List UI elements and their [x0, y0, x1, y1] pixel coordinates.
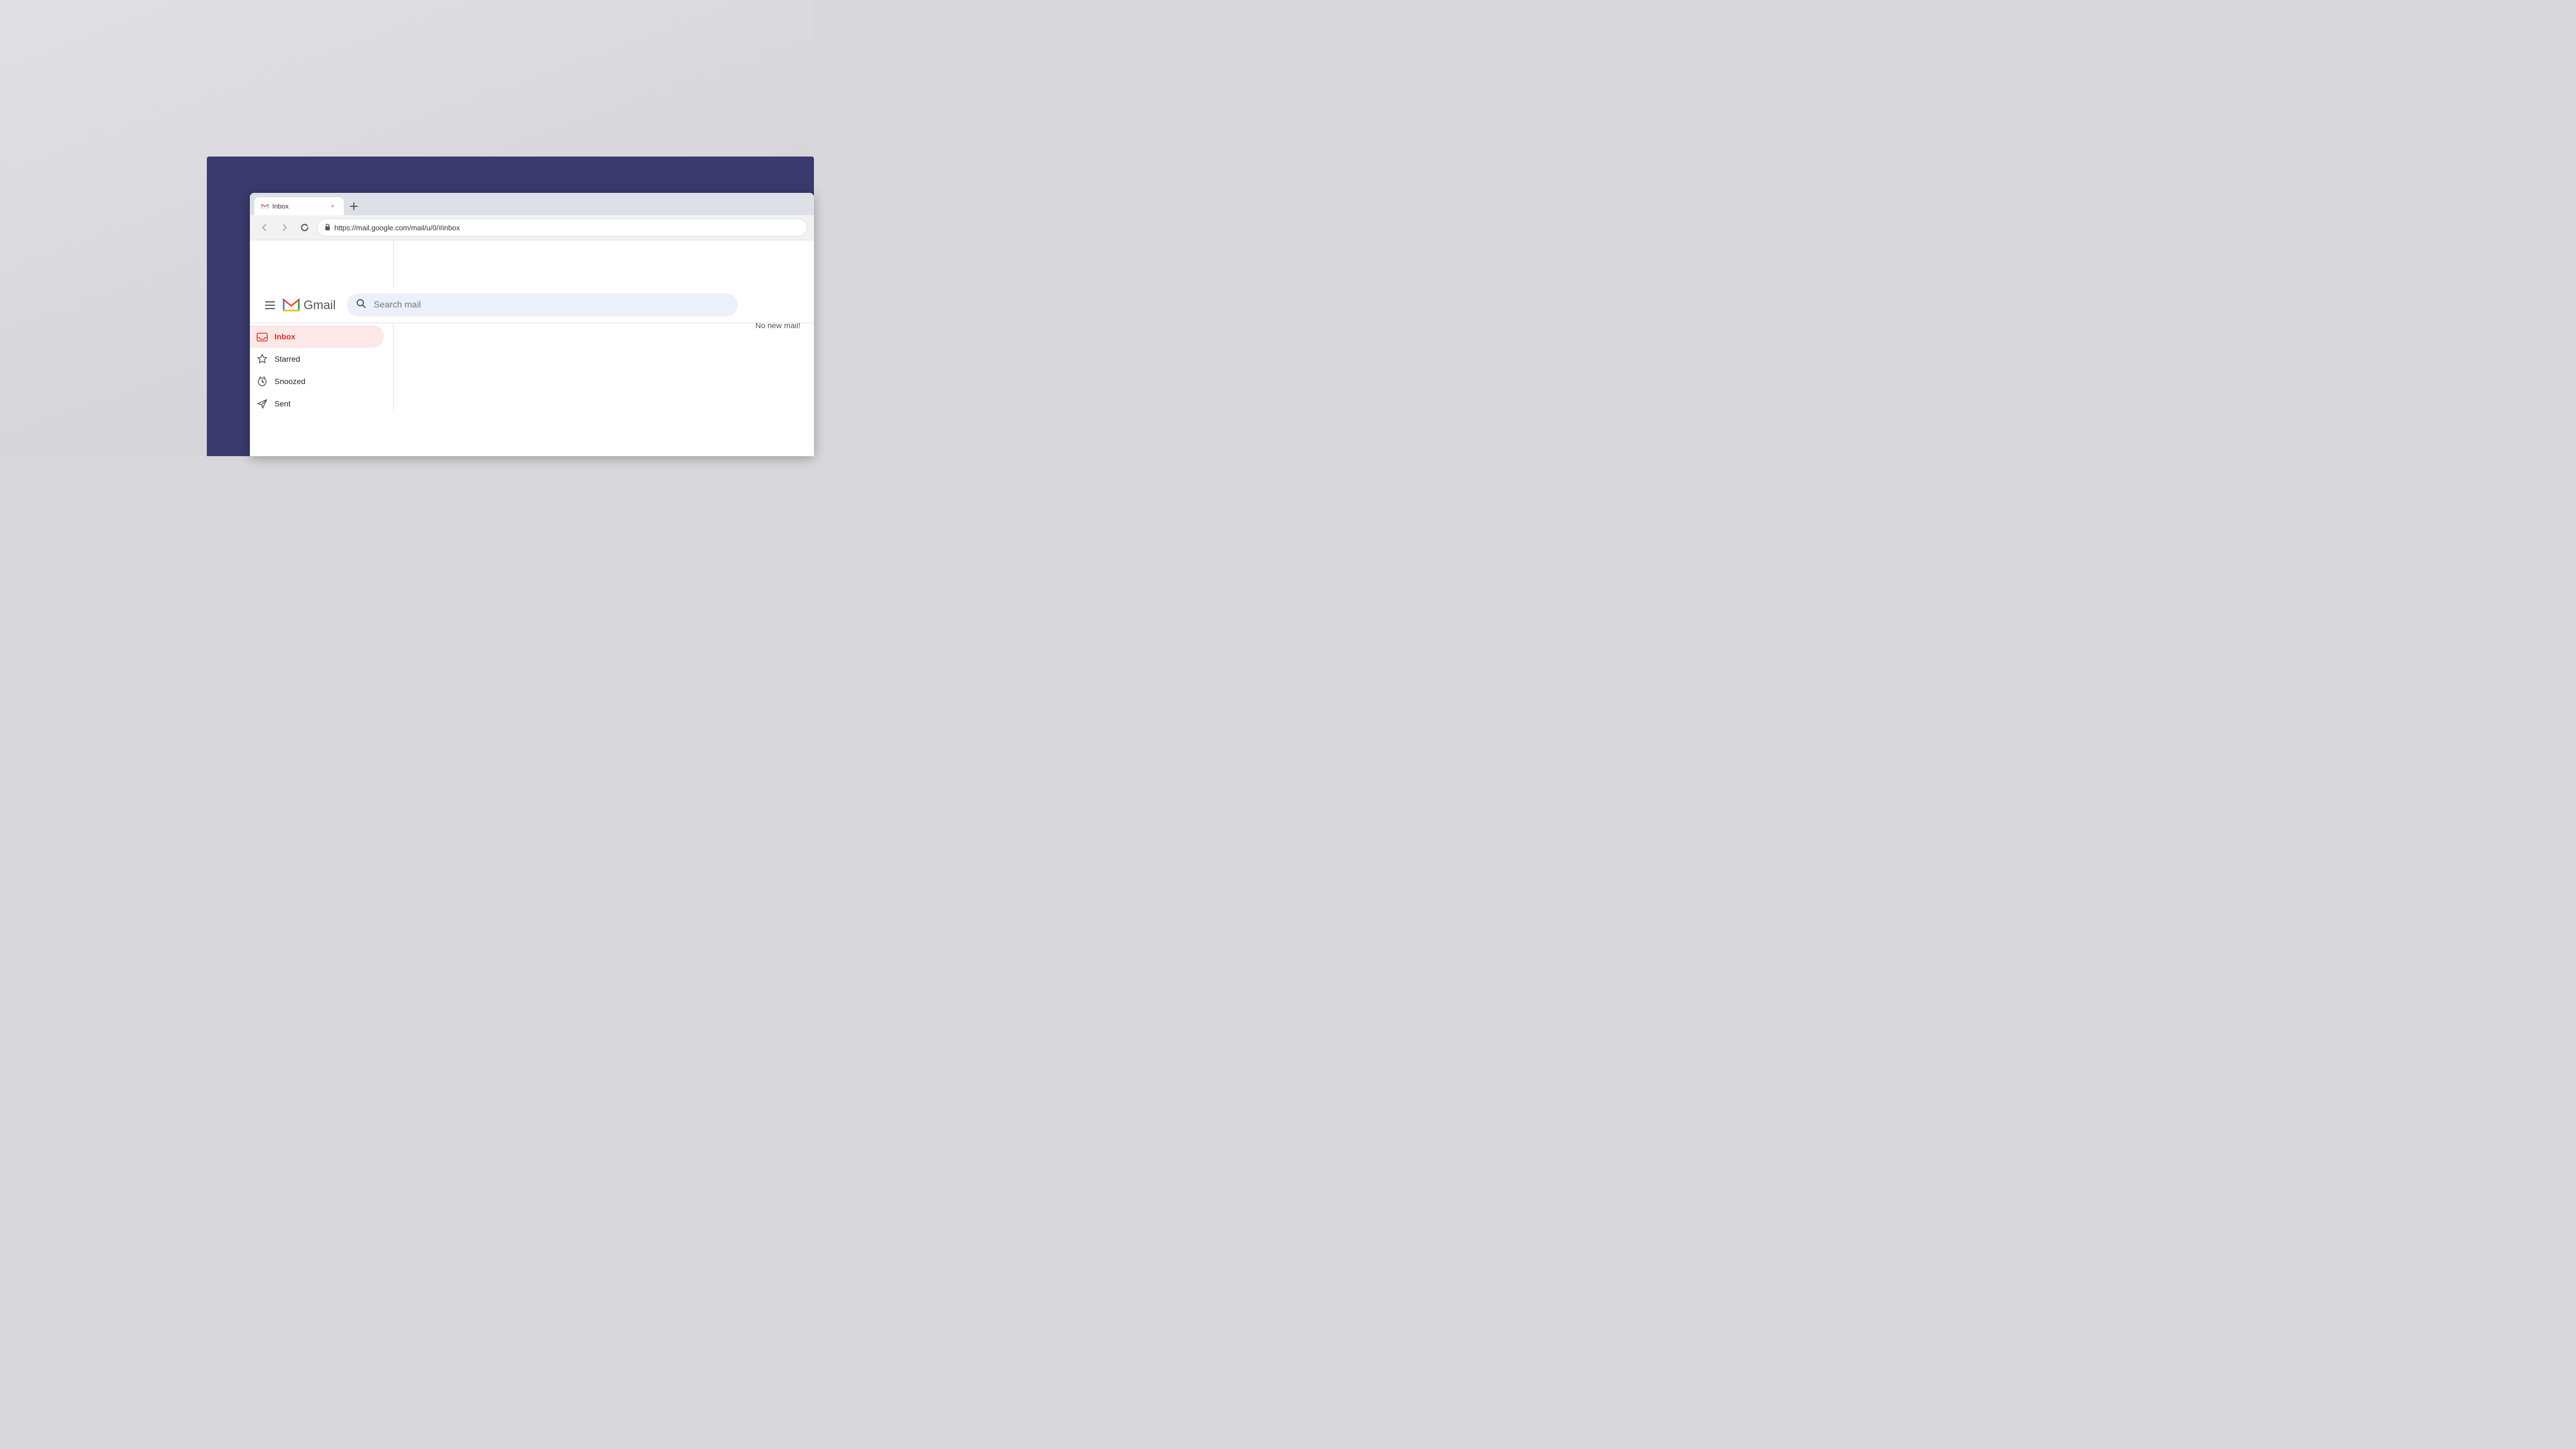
- send-svg-icon: [257, 398, 268, 409]
- hamburger-line-1: [265, 301, 275, 302]
- inbox-icon: [257, 331, 268, 342]
- address-bar[interactable]: https://mail.google.com/mail/u/0/#inbox: [317, 219, 807, 236]
- main-content-area: ▾: [393, 240, 814, 410]
- sidebar-item-sent[interactable]: Sent: [250, 392, 384, 410]
- send-icon: [257, 398, 268, 409]
- navigation-bar: https://mail.google.com/mail/u/0/#inbox: [250, 215, 814, 240]
- browser-chrome: Inbox ×: [250, 193, 814, 240]
- forward-arrow-icon: [280, 223, 289, 232]
- search-svg-icon: [356, 298, 367, 309]
- browser-window: Inbox ×: [250, 193, 814, 456]
- search-input[interactable]: [373, 300, 729, 310]
- gmail-m-logo-icon: [281, 295, 301, 315]
- gmail-header: Gmail: [250, 287, 814, 323]
- lock-icon: [324, 223, 331, 233]
- lock-svg-icon: [324, 223, 331, 231]
- browser-tab-gmail[interactable]: Inbox ×: [254, 197, 344, 215]
- search-icon: [356, 298, 367, 312]
- clock-icon: [257, 376, 268, 387]
- back-arrow-icon: [260, 223, 269, 232]
- sidebar: Compose Inbox: [250, 240, 393, 410]
- gmail-app-name: Gmail: [304, 298, 335, 312]
- inbox-svg-icon: [257, 331, 268, 342]
- hamburger-line-3: [265, 308, 275, 309]
- url-text: https://mail.google.com/mail/u/0/#inbox: [334, 224, 460, 232]
- gmail-logo-area: Gmail: [281, 295, 335, 315]
- gmail-app-container: Gmail: [250, 240, 814, 456]
- sidebar-item-starred[interactable]: Starred: [250, 348, 384, 370]
- gmail-layout: Compose Inbox: [250, 240, 814, 410]
- back-button[interactable]: [257, 220, 272, 235]
- star-icon: [257, 353, 268, 364]
- sidebar-item-inbox[interactable]: Inbox: [250, 325, 384, 348]
- reload-button[interactable]: [297, 220, 312, 235]
- tab-label: Inbox: [272, 202, 325, 210]
- sent-label: Sent: [274, 399, 375, 408]
- hamburger-line-2: [265, 305, 275, 306]
- search-bar[interactable]: [347, 293, 738, 316]
- new-tab-button[interactable]: [346, 198, 362, 214]
- clock-svg-icon: [257, 376, 268, 387]
- hamburger-menu-button[interactable]: [259, 294, 281, 316]
- starred-label: Starred: [274, 354, 375, 363]
- reload-icon: [300, 223, 309, 232]
- forward-button[interactable]: [277, 220, 292, 235]
- snoozed-label: Snoozed: [274, 377, 375, 386]
- sidebar-item-snoozed[interactable]: Snoozed: [250, 370, 384, 392]
- star-svg-icon: [257, 353, 268, 364]
- plus-icon: [349, 202, 358, 211]
- tab-close-button[interactable]: ×: [328, 202, 337, 211]
- tab-bar: Inbox ×: [250, 193, 814, 215]
- inbox-label: Inbox: [274, 332, 375, 341]
- tab-favicon-icon: [261, 202, 269, 210]
